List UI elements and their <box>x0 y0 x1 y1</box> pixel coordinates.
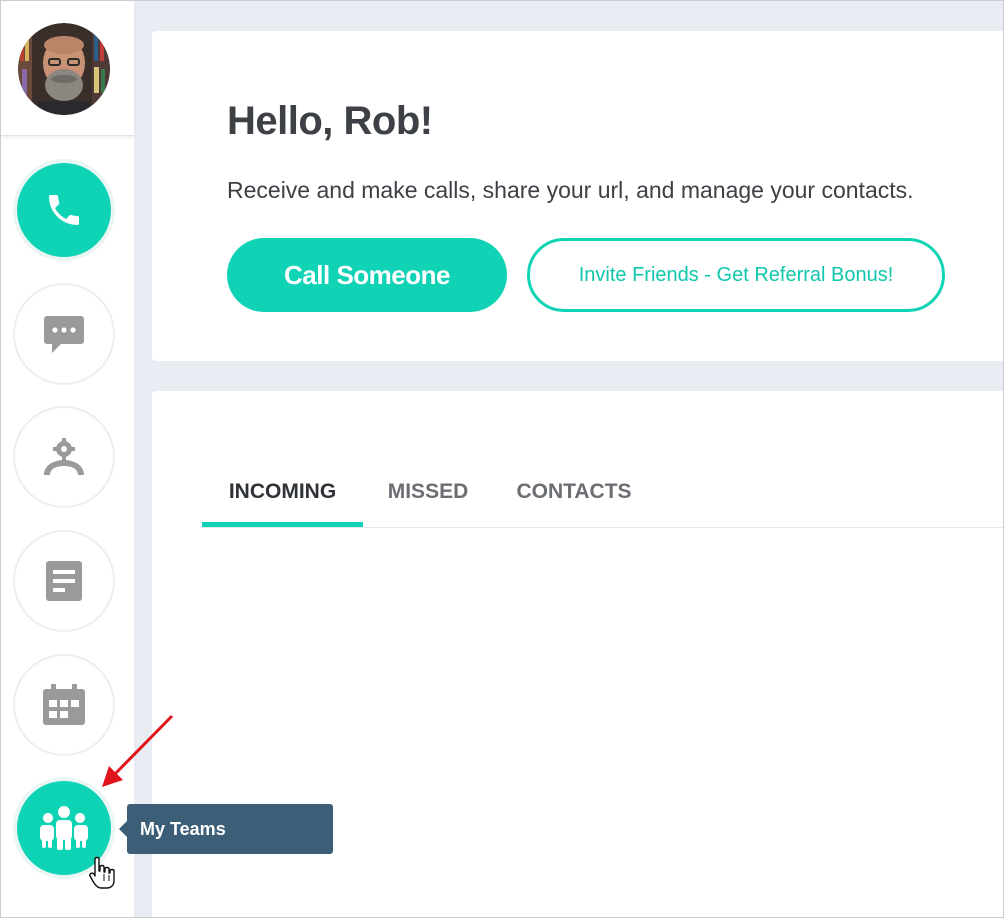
tab-incoming[interactable]: INCOMING <box>202 459 363 527</box>
calendar-icon <box>43 684 85 725</box>
tab-contacts[interactable]: CONTACTS <box>506 459 642 525</box>
phone-icon <box>49 195 79 225</box>
profile-area <box>1 1 134 136</box>
tooltip-label: My Teams <box>140 818 226 839</box>
tab-missed-label: MISSED <box>387 480 469 503</box>
avatar-photo <box>18 23 110 115</box>
avatar[interactable] <box>18 23 110 115</box>
call-someone-button[interactable]: Call Someone <box>227 238 507 312</box>
welcome-subtitle: Receive and make calls, share your url, … <box>227 177 914 203</box>
invite-friends-button[interactable]: Invite Friends - Get Referral Bonus! <box>527 238 945 312</box>
page-title: Hello, Rob! <box>227 99 433 143</box>
app-window: Hello, Rob! Receive and make calls, shar… <box>0 0 1004 918</box>
my-teams-tooltip: My Teams <box>119 804 333 854</box>
tab-missed[interactable]: MISSED <box>378 459 478 525</box>
nav-contacts-settings-button[interactable] <box>13 406 115 508</box>
chat-icon <box>44 316 84 353</box>
teams-icon <box>40 806 88 850</box>
nav-calendar-button[interactable] <box>13 654 115 756</box>
tab-contacts-label: CONTACTS <box>516 480 632 503</box>
welcome-card: Hello, Rob! Receive and make calls, shar… <box>152 31 1003 361</box>
nav-calls-button[interactable] <box>13 159 115 261</box>
user-settings-icon <box>44 438 84 475</box>
document-icon <box>46 561 82 601</box>
tab-incoming-label: INCOMING <box>228 480 337 503</box>
nav-messages-button[interactable] <box>13 283 115 385</box>
nav-my-teams-button[interactable] <box>13 777 115 879</box>
sidebar <box>1 1 134 917</box>
calls-tabs: INCOMING MISSED CONTACTS <box>202 459 1003 528</box>
nav-notes-button[interactable] <box>13 530 115 632</box>
